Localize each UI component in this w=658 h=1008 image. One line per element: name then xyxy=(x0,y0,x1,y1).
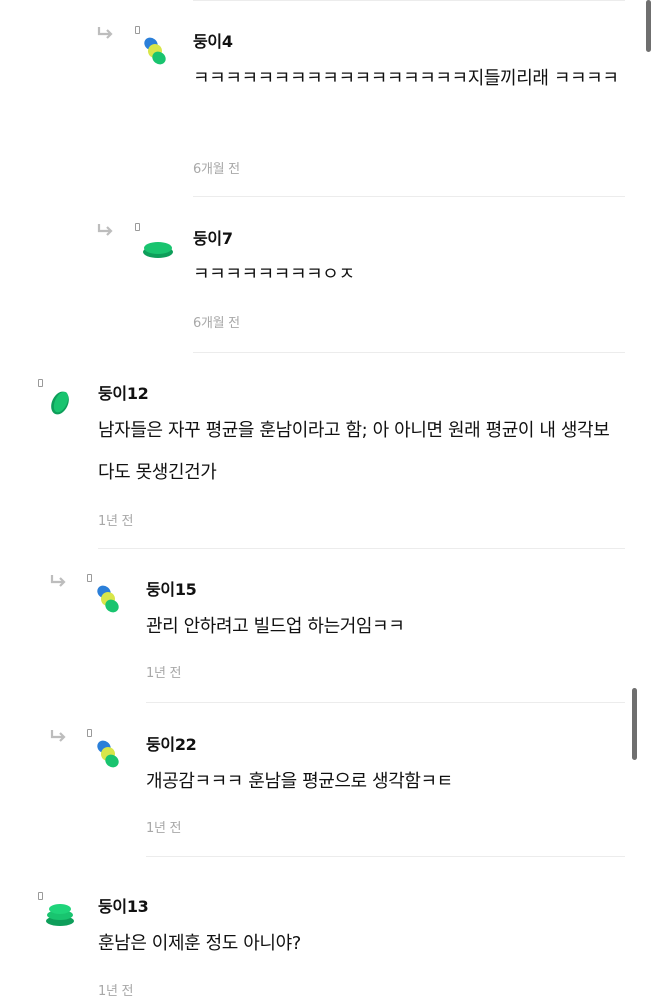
badge-icon xyxy=(87,729,92,737)
comment-text: ㅋㅋㅋㅋㅋㅋㅋㅋㅇㅈ xyxy=(193,264,355,285)
comment-text: 관리 안하려고 빌드업 하는거임ㅋㅋ xyxy=(146,616,405,637)
comment-text: 남자들은 자꾸 평균을 훈남이라고 함; 아 아니면 원래 평균이 내 생각보다… xyxy=(98,420,610,483)
comment-time: 1년 전 xyxy=(98,984,134,999)
reply-arrow-icon xyxy=(50,730,66,742)
badge-icon xyxy=(38,892,43,900)
comment-author[interactable]: 둥이13 xyxy=(98,893,149,917)
badge-icon xyxy=(135,26,140,34)
reply-comment: 둥이4 ㅋㅋㅋㅋㅋㅋㅋㅋㅋㅋㅋㅋㅋㅋㅋㅋㅋ지들끼리래 ㅋㅋㅋㅋ 6개월 전 xyxy=(0,0,658,197)
comment-time: 6개월 전 xyxy=(193,162,240,177)
avatar-icon[interactable] xyxy=(46,388,74,418)
badge-icon xyxy=(38,379,43,387)
avatar-icon[interactable] xyxy=(141,34,169,68)
reply-arrow-icon xyxy=(97,224,113,236)
comment-time: 1년 전 xyxy=(98,514,134,529)
comment: 둥이13 훈남은 이제훈 정도 아니야? 1년 전 xyxy=(0,856,658,1008)
avatar-icon[interactable] xyxy=(44,902,76,928)
avatar-icon[interactable] xyxy=(141,238,175,260)
badge-icon xyxy=(87,574,92,582)
comment-author[interactable]: 둥이4 xyxy=(193,28,233,52)
comment-time: 1년 전 xyxy=(146,666,182,681)
comment-text: ㅋㅋㅋㅋㅋㅋㅋㅋㅋㅋㅋㅋㅋㅋㅋㅋㅋ지들끼리래 ㅋㅋㅋㅋ xyxy=(193,68,619,89)
reply-comment: 둥이7 ㅋㅋㅋㅋㅋㅋㅋㅋㅇㅈ 6개월 전 xyxy=(0,196,658,353)
reply-arrow-icon xyxy=(97,27,113,39)
reply-comment: 둥이22 개공감ㅋㅋㅋ 훈남을 평균으로 생각함ㅋㅌ 1년 전 xyxy=(0,702,658,857)
comment-author[interactable]: 둥이12 xyxy=(98,380,149,404)
scrollbar-thumb[interactable] xyxy=(632,688,637,760)
comment-text: 개공감ㅋㅋㅋ 훈남을 평균으로 생각함ㅋㅌ xyxy=(146,771,453,792)
comment-author[interactable]: 둥이22 xyxy=(146,731,197,755)
badge-icon xyxy=(135,223,140,231)
comment-time: 1년 전 xyxy=(146,821,182,836)
comment: 둥이12 남자들은 자꾸 평균을 훈남이라고 함; 아 아니면 원래 평균이 내… xyxy=(0,352,658,549)
comment-author[interactable]: 둥이15 xyxy=(146,576,197,600)
comment-text: 훈남은 이제훈 정도 아니야? xyxy=(98,933,301,954)
reply-comment: 둥이15 관리 안하려고 빌드업 하는거임ㅋㅋ 1년 전 xyxy=(0,548,658,703)
reply-arrow-icon xyxy=(50,575,66,587)
comment-author[interactable]: 둥이7 xyxy=(193,225,233,249)
scrollbar-thumb[interactable] xyxy=(646,0,651,52)
avatar-icon[interactable] xyxy=(94,737,122,771)
avatar-icon[interactable] xyxy=(94,582,122,616)
comment-time: 6개월 전 xyxy=(193,316,240,331)
